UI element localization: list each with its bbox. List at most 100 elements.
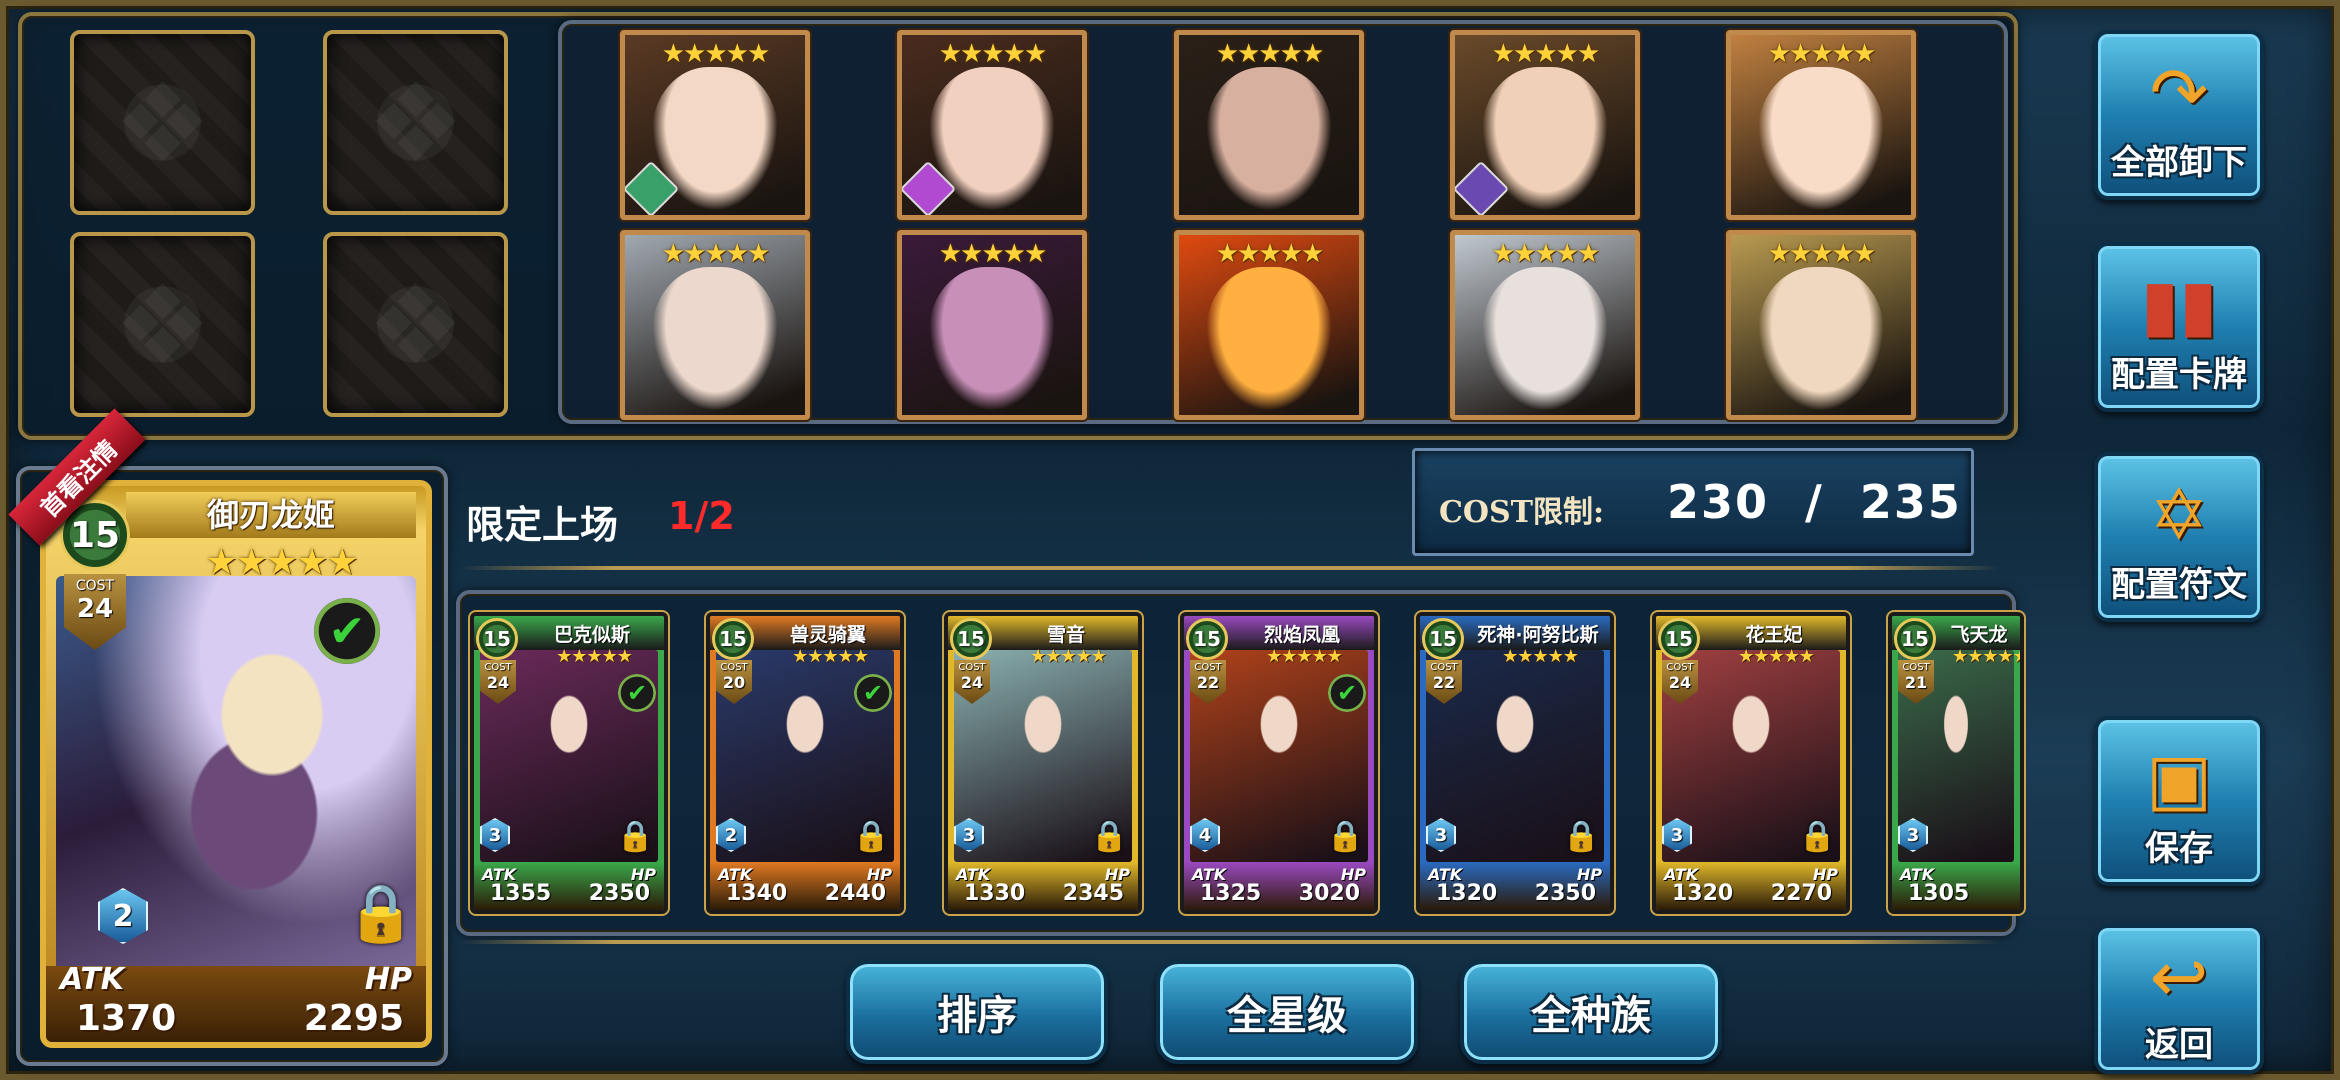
card-hp-value: 3020: [1298, 881, 1360, 906]
portrait-stars: ★★★★★: [1767, 39, 1877, 69]
card-cost-label: COST: [1666, 662, 1694, 673]
empty-slot-2[interactable]: [323, 30, 508, 215]
card-atk-value: 1340: [726, 881, 788, 906]
hero-portrait[interactable]: ★★★★★: [620, 30, 810, 220]
limit-onstage-count: 1/2: [668, 494, 735, 538]
selected-check-icon: ✔: [314, 598, 380, 664]
selected-check-icon: ✔: [1328, 674, 1366, 712]
card-cost-value: 24: [960, 673, 984, 692]
unload-all-button[interactable]: ↷ 全部卸下: [2094, 30, 2264, 200]
lock-icon[interactable]: 🔒: [346, 880, 416, 946]
portrait-face: [1206, 67, 1332, 212]
curved-arrow-icon: ↷: [2149, 52, 2209, 134]
hero-portrait[interactable]: ★★★★★: [1726, 30, 1916, 220]
hero-portrait[interactable]: ★★★★★: [1450, 30, 1640, 220]
card-cost-value: 24: [486, 673, 510, 692]
hero-card[interactable]: 15 COST 21 飞天龙 ★★★★★ 3 ATK 1305: [1888, 612, 2024, 914]
hero-portrait[interactable]: ★★★★★: [897, 30, 1087, 220]
hero-portrait[interactable]: ★★★★★: [1174, 230, 1364, 420]
hero-portrait[interactable]: ★★★★★: [620, 230, 810, 420]
lock-icon[interactable]: 🔒: [1563, 819, 1600, 854]
card-hp-value: 2350: [1534, 881, 1596, 906]
hero-card[interactable]: 15 COST 22 死神·阿努比斯 ★★★★★ 3 🔒 ATK HP 1320 2350: [1416, 612, 1614, 914]
selected-check-icon: ✔: [618, 674, 656, 712]
card-level: 15: [950, 618, 992, 660]
lock-icon[interactable]: 🔒: [617, 819, 654, 854]
card-atk-value: 1330: [964, 881, 1026, 906]
hero-card[interactable]: 15 COST 22 烈焰凤凰 ★★★★★ ✔ 4 🔒 ATK HP 1325 3020: [1180, 612, 1378, 914]
portrait-stars: ★★★★★: [661, 239, 771, 269]
portrait-stars: ★★★★★: [1215, 39, 1325, 69]
portrait-face: [1482, 267, 1608, 412]
lock-icon[interactable]: 🔒: [1799, 819, 1836, 854]
lock-icon[interactable]: 🔒: [1091, 819, 1128, 854]
lock-icon[interactable]: 🔒: [1327, 819, 1364, 854]
save-button[interactable]: ▣ 保存: [2094, 716, 2264, 886]
card-stars: ★★★★★: [1738, 646, 1815, 667]
all-stars-filter-button[interactable]: 全星级: [1156, 960, 1418, 1064]
empty-slot-4[interactable]: [323, 232, 508, 417]
hexagram-icon: ✡: [2149, 474, 2209, 556]
card-cost-value: 20: [722, 673, 746, 692]
atk-value: 1370: [76, 998, 177, 1039]
card-cost-value: 22: [1196, 673, 1220, 692]
hero-portrait[interactable]: ★★★★★: [1450, 230, 1640, 420]
portrait-face: [1758, 267, 1884, 412]
hero-portrait[interactable]: ★★★★★: [1174, 30, 1364, 220]
card-level: 15: [1186, 618, 1228, 660]
divider-top: [460, 566, 2000, 570]
cost-limit-label: COST限制:: [1439, 495, 1605, 530]
hero-portrait[interactable]: ★★★★★: [1726, 230, 1916, 420]
card-hp-value: 2350: [588, 881, 650, 906]
return-arrow-icon: ↩: [2149, 936, 2209, 1018]
card-cost-label: COST: [484, 662, 512, 673]
card-cost-label: COST: [1902, 662, 1930, 673]
portrait-stars: ★★★★★: [661, 39, 771, 69]
configure-cards-label: 配置卡牌: [2111, 355, 2247, 395]
card-stars: ★★★★★: [1266, 646, 1343, 667]
hero-card[interactable]: 15 COST 24 雪音 ★★★★★ 3 🔒 ATK HP 1330 2345: [944, 612, 1142, 914]
card-name: 巴克似斯: [553, 624, 630, 644]
cards-icon: ▮▮: [2140, 264, 2218, 346]
sort-button[interactable]: 排序: [846, 960, 1108, 1064]
card-cost-label: COST: [958, 662, 986, 673]
empty-slot-3[interactable]: [70, 232, 255, 417]
hero-portrait[interactable]: ★★★★★: [897, 230, 1087, 420]
hero-card[interactable]: 15 COST 24 巴克似斯 ★★★★★ ✔ 3 🔒 ATK HP 1355 2350: [470, 612, 668, 914]
back-button[interactable]: ↩ 返回: [2094, 924, 2264, 1074]
hp-value: 2295: [303, 998, 404, 1039]
portrait-stars: ★★★★★: [1215, 239, 1325, 269]
configure-runes-button[interactable]: ✡ 配置符文: [2094, 452, 2264, 622]
portrait-face: [929, 267, 1055, 412]
card-level: 15: [476, 618, 518, 660]
empty-slot-1[interactable]: [70, 30, 255, 215]
cost-limit-value: 230 / 235: [1667, 475, 1962, 529]
feature-card-stars: ★★★★★: [205, 542, 358, 583]
card-stars: ★★★★★: [1502, 646, 1579, 667]
hero-card[interactable]: 15 COST 24 花王妃 ★★★★★ 3 🔒 ATK HP 1320 2270: [1652, 612, 1850, 914]
divider-bottom: [460, 940, 2000, 944]
unload-all-label: 全部卸下: [2111, 143, 2247, 183]
card-hp-value: 2345: [1062, 881, 1124, 906]
card-cost-value: 21: [1904, 673, 1928, 692]
card-cost-label: COST: [1194, 662, 1222, 673]
card-atk-value: 1320: [1672, 881, 1734, 906]
all-races-filter-button[interactable]: 全种族: [1460, 960, 1722, 1064]
atk-label: ATK: [60, 962, 125, 997]
portrait-face: [1206, 267, 1332, 412]
feature-card-stat-bar: ATK HP 1370 2295: [46, 962, 426, 1042]
portrait-stars: ★★★★★: [938, 239, 1048, 269]
hp-label: HP: [364, 962, 412, 997]
card-level: 15: [1422, 618, 1464, 660]
feature-cost-value: 24: [76, 594, 114, 624]
card-name: 死神·阿努比斯: [1477, 624, 1599, 644]
limit-onstage-label: 限定上场: [466, 503, 619, 547]
portrait-stars: ★★★★★: [1767, 239, 1877, 269]
configure-cards-button[interactable]: ▮▮ 配置卡牌: [2094, 242, 2264, 412]
lock-icon[interactable]: 🔒: [853, 819, 890, 854]
portrait-stars: ★★★★★: [1491, 39, 1601, 69]
hero-card[interactable]: 15 COST 20 兽灵骑翼 ★★★★★ ✔ 2 🔒 ATK HP 1340 2440: [706, 612, 904, 914]
card-atk-value: 1325: [1200, 881, 1262, 906]
card-hp-value: 2270: [1770, 881, 1832, 906]
card-name: 雪音: [1046, 624, 1085, 644]
